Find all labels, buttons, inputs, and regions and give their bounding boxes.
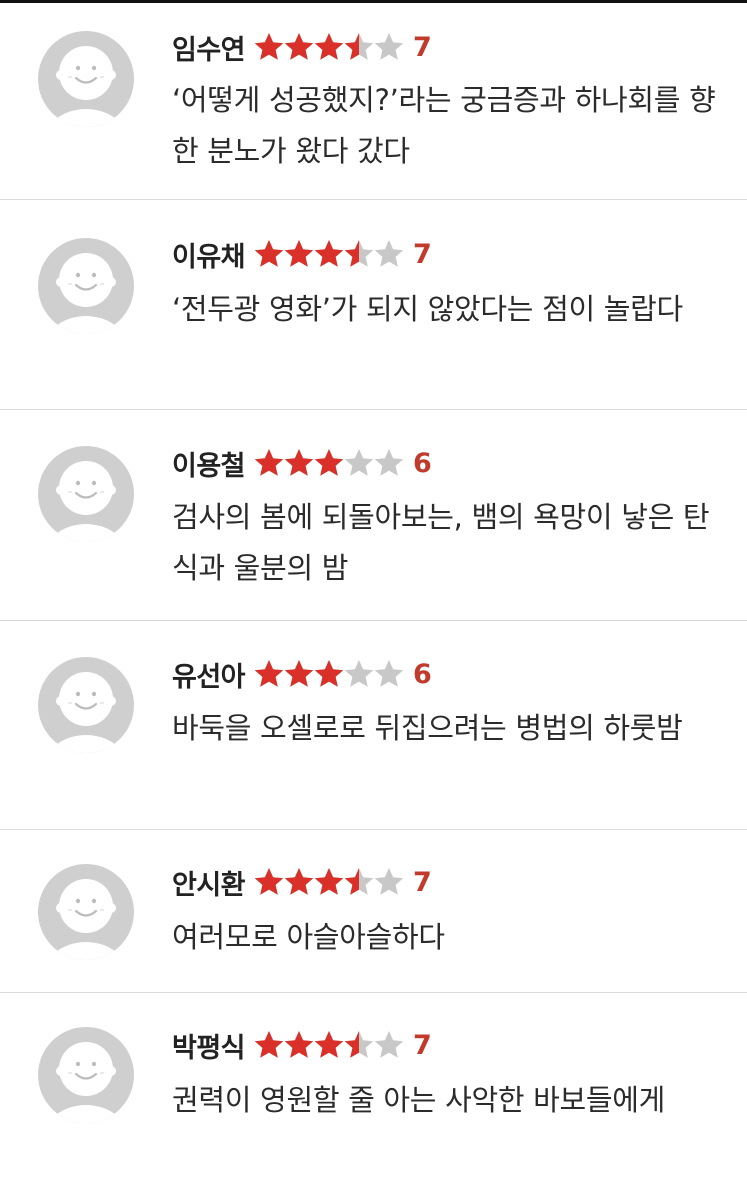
star-rating — [253, 866, 405, 898]
star-filled-icon — [283, 658, 315, 690]
star-filled-icon — [253, 866, 285, 898]
review-text: 바둑을 오셀로로 뒤집으려는 병법의 하룻밤 — [172, 711, 683, 745]
star-filled-icon — [253, 447, 285, 479]
star-rating — [253, 447, 405, 479]
star-half-icon — [343, 1029, 375, 1061]
review-score: 7 — [413, 866, 432, 898]
star-filled-icon — [283, 238, 315, 270]
star-filled-icon — [313, 866, 345, 898]
review-text: 여러모로 아슬아슬하다 — [172, 920, 445, 954]
star-rating — [253, 1029, 405, 1061]
review-item: 이유채 7 ‘전두광 영화’가 되지 않았다는 점이 놀랍다 — [0, 200, 747, 410]
review-item: 유선아 6 바둑을 오셀로로 뒤집으려는 병법의 하룻밤 — [0, 621, 747, 830]
star-filled-icon — [253, 658, 285, 690]
star-filled-icon — [283, 866, 315, 898]
review-header: 박평식 7 — [172, 1025, 432, 1065]
star-filled-icon — [253, 1029, 285, 1061]
star-empty-icon — [373, 447, 405, 479]
star-filled-icon — [253, 238, 285, 270]
reviewer-name: 안시환 — [172, 869, 246, 901]
review-item: 안시환 7 여러모로 아슬아슬하다 — [0, 830, 747, 993]
star-half-icon — [343, 31, 375, 63]
star-rating — [253, 238, 405, 270]
avatar-icon — [38, 238, 134, 334]
review-score: 7 — [413, 1029, 432, 1061]
avatar-icon — [38, 446, 134, 542]
star-empty-icon — [373, 1029, 405, 1061]
star-empty-icon — [343, 447, 375, 479]
star-filled-icon — [313, 31, 345, 63]
review-header: 안시환 7 — [172, 862, 432, 902]
star-half-icon — [343, 238, 375, 270]
reviewer-name: 박평식 — [172, 1032, 246, 1064]
review-list: 임수연 7 ‘어떻게 성공했지?’라는 궁금증과 하나회를 향한 분노가 왔다 … — [0, 3, 747, 1199]
review-score: 6 — [413, 658, 432, 690]
star-filled-icon — [283, 31, 315, 63]
avatar-icon — [38, 864, 134, 960]
star-half-icon — [343, 866, 375, 898]
review-header: 이유채 7 — [172, 234, 432, 274]
avatar-icon — [38, 657, 134, 753]
star-empty-icon — [373, 238, 405, 270]
review-text: ‘어떻게 성공했지?’라는 궁금증과 하나회를 향한 분노가 왔다 갔다 — [172, 83, 716, 168]
star-filled-icon — [313, 447, 345, 479]
avatar-icon — [38, 31, 134, 127]
star-filled-icon — [283, 447, 315, 479]
star-empty-icon — [373, 658, 405, 690]
review-item: 이용철 6 검사의 봄에 되돌아보는, 뱀의 욕망이 낳은 탄식과 울분의 밤 — [0, 410, 747, 621]
avatar-icon — [38, 1027, 134, 1123]
review-item: 박평식 7 권력이 영원할 줄 아는 사악한 바보들에게 — [0, 993, 747, 1199]
review-text: 검사의 봄에 되돌아보는, 뱀의 욕망이 낳은 탄식과 울분의 밤 — [172, 500, 710, 585]
star-empty-icon — [373, 31, 405, 63]
reviewer-name: 유선아 — [172, 661, 246, 693]
review-text: ‘전두광 영화’가 되지 않았다는 점이 놀랍다 — [172, 292, 683, 326]
star-rating — [253, 31, 405, 63]
reviewer-name: 이용철 — [172, 450, 246, 482]
reviewer-name: 이유채 — [172, 241, 246, 273]
star-filled-icon — [313, 238, 345, 270]
reviewer-name: 임수연 — [172, 34, 246, 66]
star-rating — [253, 658, 405, 690]
review-score: 7 — [413, 31, 432, 63]
review-score: 6 — [413, 447, 432, 479]
star-filled-icon — [253, 31, 285, 63]
star-filled-icon — [283, 1029, 315, 1061]
review-header: 임수연 7 — [172, 27, 432, 67]
review-item: 임수연 7 ‘어떻게 성공했지?’라는 궁금증과 하나회를 향한 분노가 왔다 … — [0, 3, 747, 200]
star-filled-icon — [313, 658, 345, 690]
star-empty-icon — [343, 658, 375, 690]
review-score: 7 — [413, 238, 432, 270]
review-text: 권력이 영원할 줄 아는 사악한 바보들에게 — [172, 1083, 666, 1117]
star-filled-icon — [313, 1029, 345, 1061]
star-empty-icon — [373, 866, 405, 898]
review-header: 유선아 6 — [172, 654, 432, 694]
review-header: 이용철 6 — [172, 443, 432, 483]
